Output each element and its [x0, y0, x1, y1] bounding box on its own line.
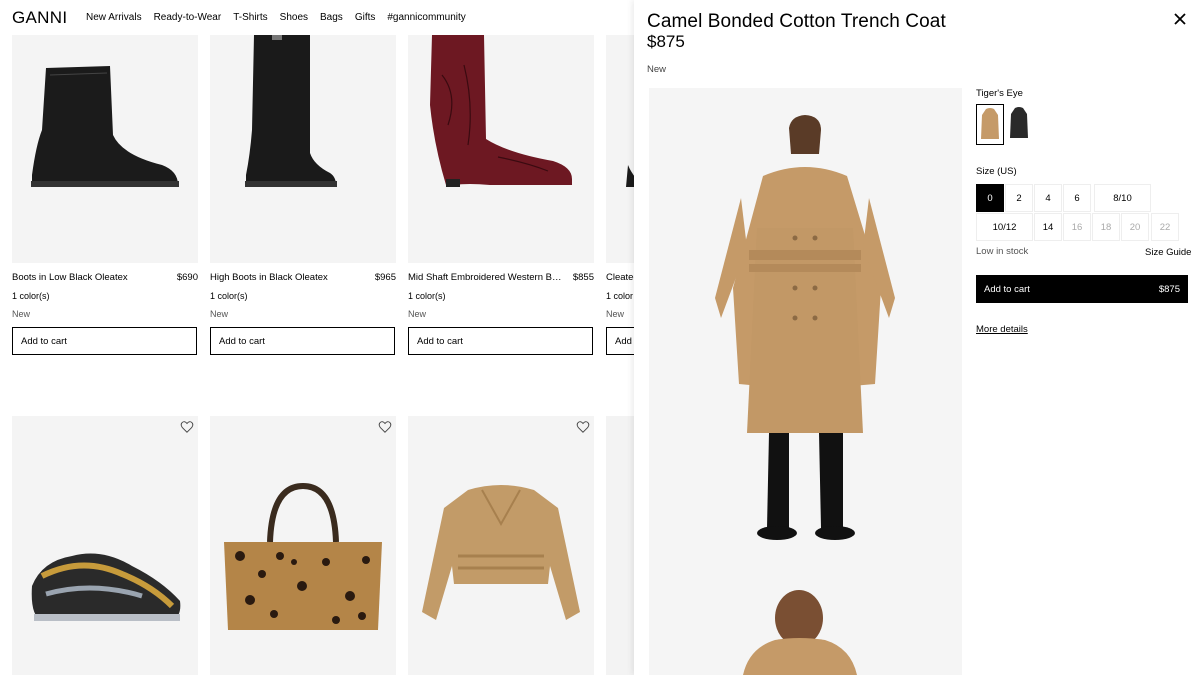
product-image[interactable]	[210, 416, 396, 675]
heart-icon[interactable]	[378, 420, 392, 434]
heart-icon[interactable]	[576, 420, 590, 434]
product-info: Mid Shaft Embroidered Western Boot... $8…	[408, 272, 594, 283]
nav-new-arrivals[interactable]: New Arrivals	[86, 12, 142, 23]
product-image[interactable]	[408, 35, 594, 263]
color-label: Tiger's Eye	[976, 88, 1023, 99]
heart-icon[interactable]	[180, 420, 194, 434]
more-details-link[interactable]: More details	[976, 324, 1028, 335]
main-menu: New Arrivals Ready-to-Wear T-Shirts Shoe…	[86, 12, 466, 23]
add-to-cart-button[interactable]: Add to cart $875	[976, 275, 1188, 303]
product-info: Boots in Low Black Oleatex $690	[12, 272, 198, 283]
size-option[interactable]: 22	[1151, 213, 1179, 241]
nav-gifts[interactable]: Gifts	[355, 12, 376, 23]
size-label: Size (US)	[976, 166, 1017, 177]
size-option[interactable]: 18	[1092, 213, 1120, 241]
product-card	[408, 416, 594, 675]
product-price: $875	[647, 32, 685, 51]
product-image[interactable]	[12, 35, 198, 263]
quick-view-drawer: Camel Bonded Cotton Trench Coat $875 New	[634, 0, 1200, 675]
product-card	[12, 416, 198, 675]
size-guide-link[interactable]: Size Guide	[1145, 247, 1191, 258]
swatch-black[interactable]	[1006, 104, 1034, 145]
add-to-cart-button[interactable]: Add to cart	[408, 327, 593, 355]
size-option[interactable]: 16	[1063, 213, 1091, 241]
add-to-cart-price: $875	[1158, 283, 1180, 295]
nav-bags[interactable]: Bags	[320, 12, 343, 23]
swatch-camel[interactable]	[976, 104, 1004, 145]
product-image[interactable]	[210, 35, 396, 263]
product-tag: New	[210, 309, 229, 319]
close-icon[interactable]	[1173, 12, 1187, 26]
add-to-cart-label: Add to cart	[984, 283, 1030, 295]
product-card: Mid Shaft Embroidered Western Boot... $8…	[408, 35, 594, 355]
nav-ganni-community[interactable]: #gannicommunity	[387, 12, 465, 23]
product-name[interactable]: Boots in Low Black Oleatex	[12, 272, 128, 283]
product-card: High Boots in Black Oleatex $965 1 color…	[210, 35, 396, 355]
nav-shoes[interactable]: Shoes	[280, 12, 308, 23]
size-option[interactable]: 4	[1034, 184, 1062, 212]
size-option[interactable]: 10/12	[976, 213, 1033, 241]
add-to-cart-button[interactable]: Add to cart	[210, 327, 395, 355]
size-option[interactable]: 2	[1005, 184, 1033, 212]
product-image[interactable]	[12, 416, 198, 675]
product-image[interactable]	[408, 416, 594, 675]
nav-ready-to-wear[interactable]: Ready-to-Wear	[154, 12, 222, 23]
product-photo[interactable]	[649, 88, 962, 675]
product-tag: New	[12, 309, 31, 319]
size-option[interactable]: 20	[1121, 213, 1149, 241]
product-price: $965	[374, 272, 396, 283]
size-option[interactable]: 8/10	[1094, 184, 1151, 212]
product-price: $855	[572, 272, 594, 283]
product-colors: 1 color(s)	[210, 291, 248, 301]
product-card: Boots in Low Black Oleatex $690 1 color(…	[12, 35, 198, 355]
product-title: Camel Bonded Cotton Trench Coat	[647, 11, 946, 32]
product-name[interactable]: Mid Shaft Embroidered Western Boot...	[408, 272, 566, 283]
add-to-cart-button[interactable]: Add to cart	[12, 327, 197, 355]
product-tag: New	[647, 64, 667, 75]
product-colors: 1 color(s)	[12, 291, 50, 301]
ganni-logo[interactable]: GANNI	[12, 8, 67, 28]
product-card	[210, 416, 396, 675]
product-info: High Boots in Black Oleatex $965	[210, 272, 396, 283]
stock-status: Low in stock	[976, 246, 1029, 257]
size-option[interactable]: 6	[1063, 184, 1091, 212]
nav-t-shirts[interactable]: T-Shirts	[233, 12, 267, 23]
product-name[interactable]: High Boots in Black Oleatex	[210, 272, 328, 283]
size-option[interactable]: 14	[1034, 213, 1062, 241]
product-tag: New	[408, 309, 427, 319]
size-option[interactable]: 0	[976, 184, 1004, 212]
product-price: $690	[176, 272, 198, 283]
product-colors: 1 color(s)	[408, 291, 446, 301]
